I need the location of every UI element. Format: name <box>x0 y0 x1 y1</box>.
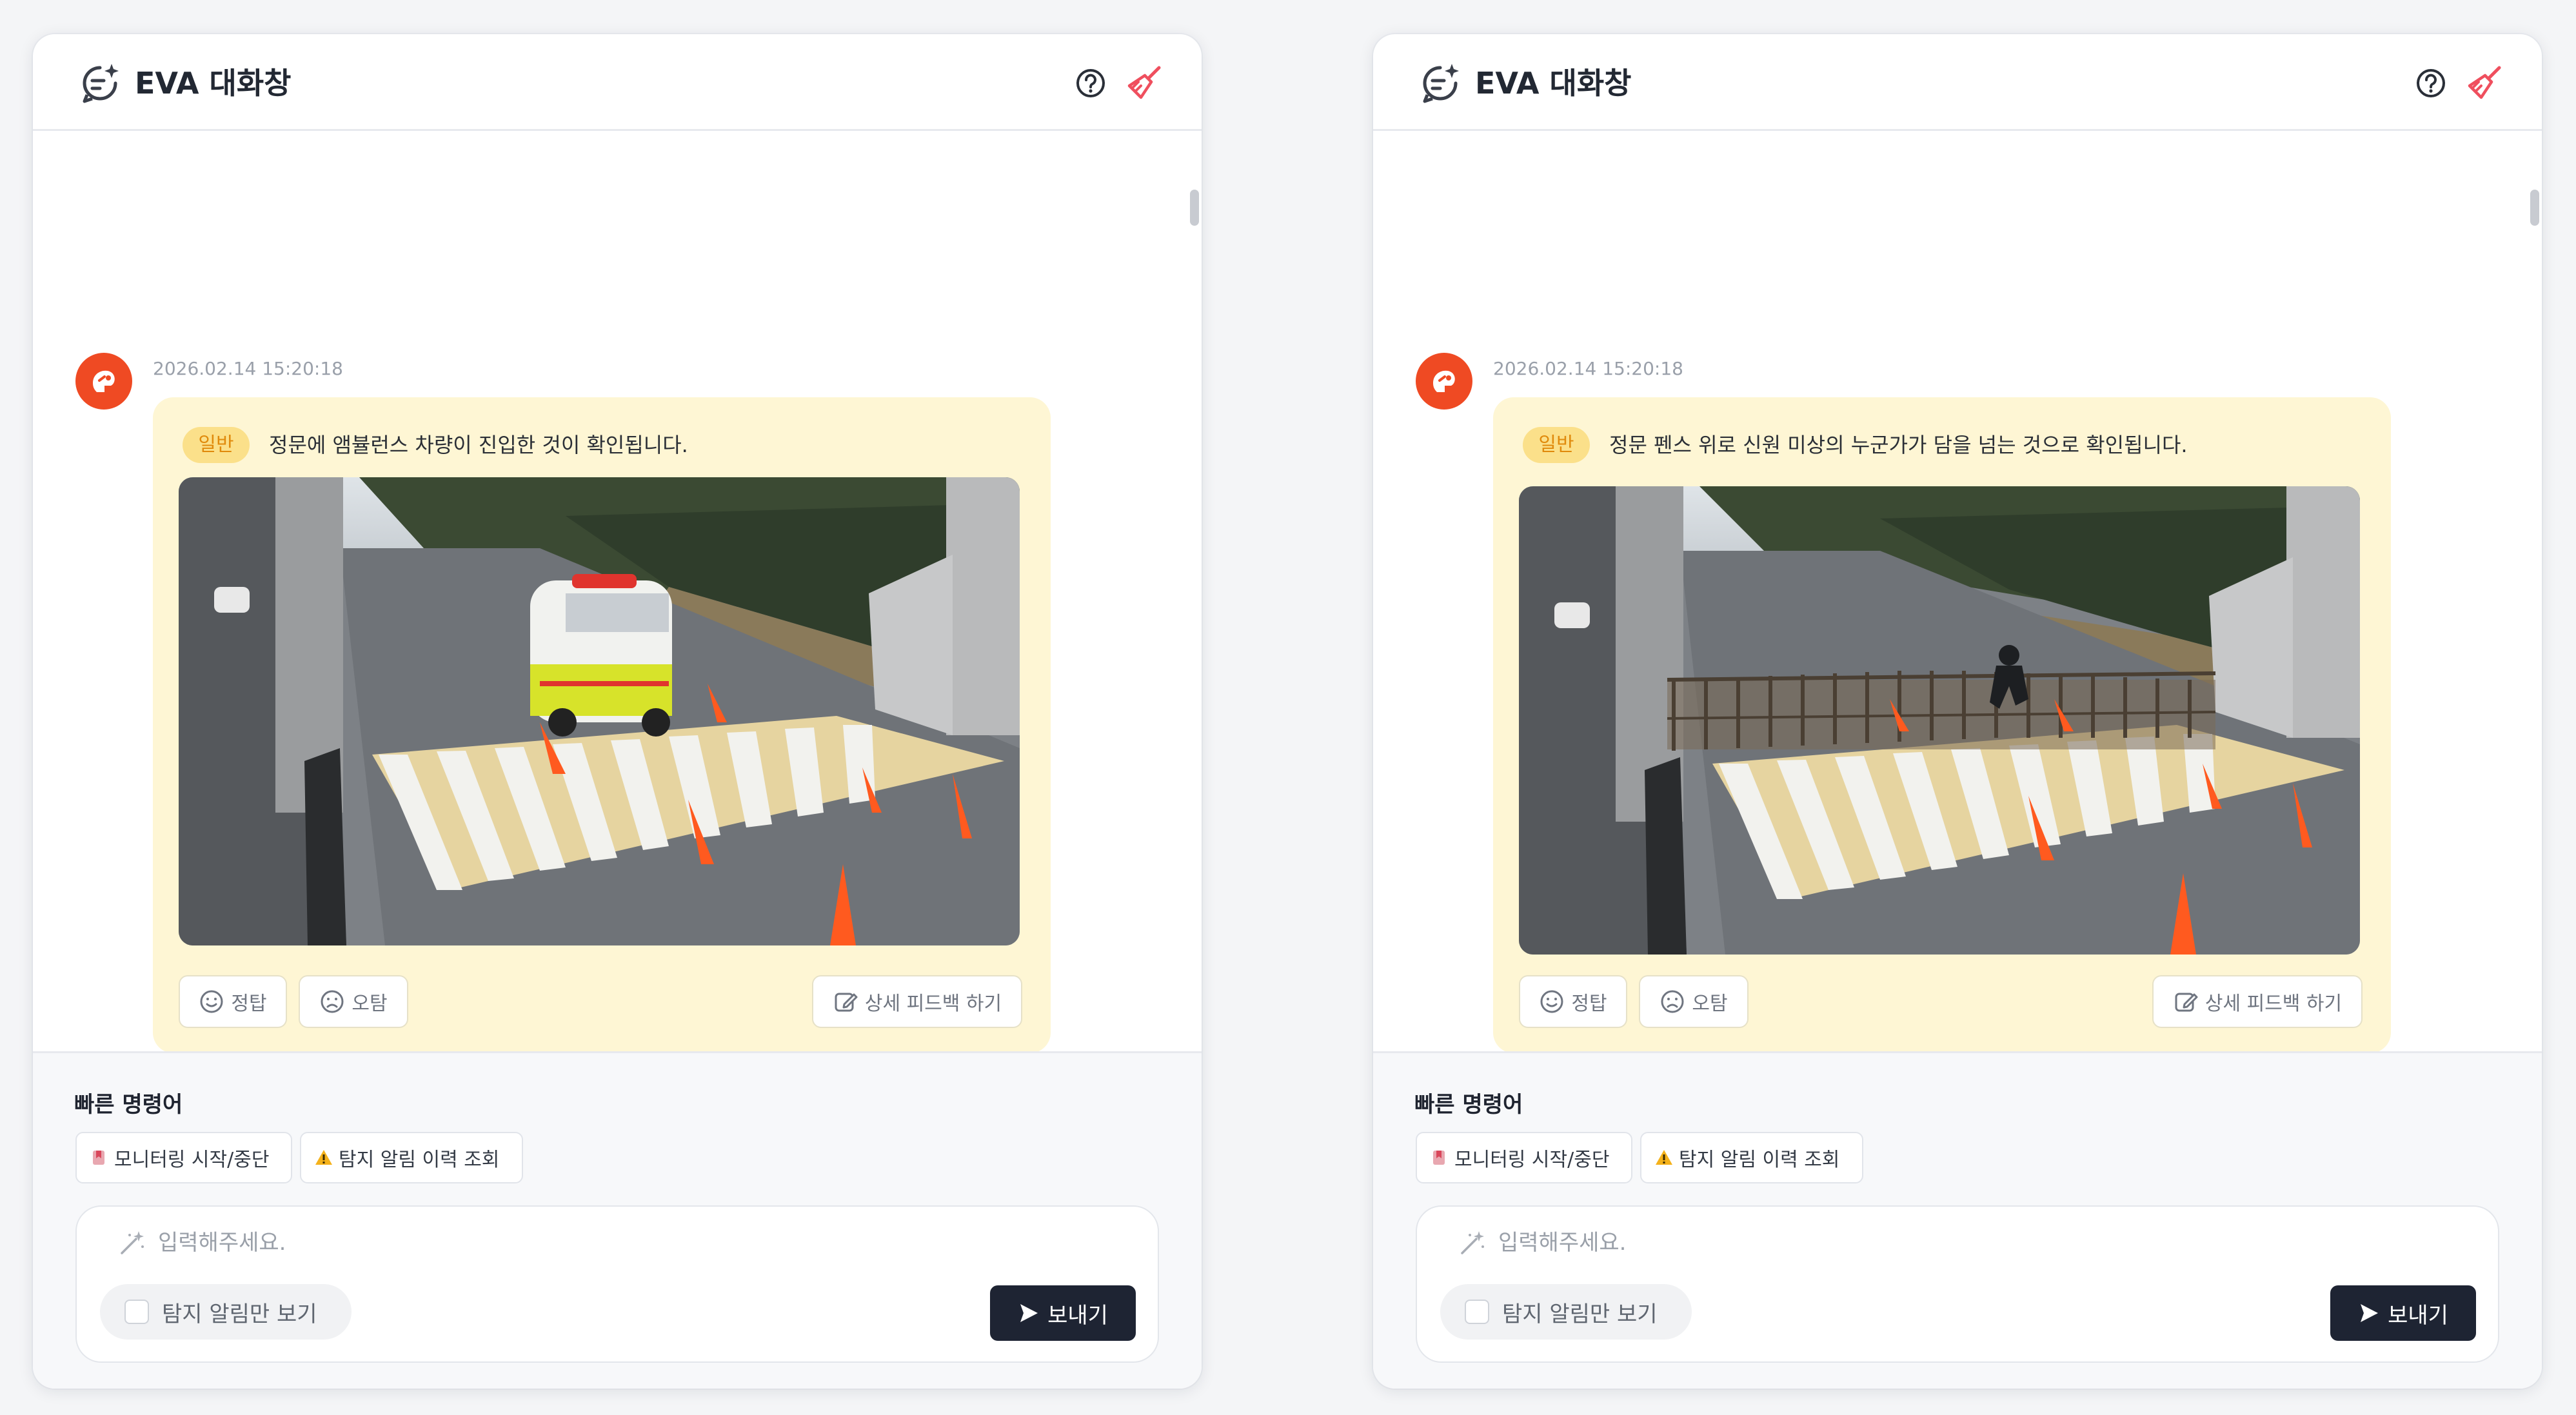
feedback-correct-label: 정탑 <box>231 993 267 1015</box>
chat-sparkle-icon <box>1423 64 1459 103</box>
feedback-wrong-button[interactable]: 오탐 <box>299 975 408 1028</box>
scrollbar[interactable] <box>2524 133 2542 1051</box>
alerts-only-checkbox[interactable] <box>124 1300 149 1324</box>
cctv-image-fence-climber <box>1519 486 2360 955</box>
chat-message-input[interactable] <box>1498 1225 2401 1261</box>
quick-monitoring-toggle-button[interactable]: 모니터링 시작/중단 <box>75 1132 292 1183</box>
edit-feedback-icon <box>835 993 858 1012</box>
message-text: 정문 펜스 위로 신원 미상의 누군가가 담을 넘는 것으로 확인됩니다. <box>1609 433 2188 457</box>
alerts-only-label: 탐지 알림만 보기 <box>162 1301 317 1327</box>
alerts-only-label: 탐지 알림만 보기 <box>1502 1301 1658 1327</box>
quick-alert-history-button[interactable]: 탐지 알림 이력 조회 <box>1640 1132 1863 1183</box>
chat-panel-left: EVA 대화창 2026.02.14 15:20:18 일반 정문에 앰뷸런스 … <box>33 34 1202 1389</box>
panel-title: EVA 대화창 <box>1475 66 1632 101</box>
send-button-label: 보내기 <box>2388 1302 2448 1329</box>
panel-title: EVA 대화창 <box>135 66 292 101</box>
send-button[interactable]: 보내기 <box>990 1285 1136 1341</box>
message-list[interactable]: 2026.02.14 15:20:18 일반 정문에 앰뷸런스 차량이 진입한 … <box>33 133 1202 1053</box>
bot-avatar <box>1416 353 1472 410</box>
chat-header: EVA 대화창 <box>33 34 1202 131</box>
send-button[interactable]: 보내기 <box>2330 1285 2476 1341</box>
eva-logo-icon <box>93 370 115 392</box>
smile-icon <box>1540 990 1563 1013</box>
scrollbar-thumb[interactable] <box>1190 190 1199 226</box>
severity-badge: 일반 <box>1523 427 1590 463</box>
detailed-feedback-button[interactable]: 상세 피드백 하기 <box>2152 975 2363 1028</box>
send-arrow-icon <box>2361 1304 2379 1322</box>
magic-wand-icon <box>121 1231 144 1254</box>
detailed-feedback-label: 상세 피드백 하기 <box>2204 993 2343 1015</box>
cctv-image-ambulance <box>179 477 1020 945</box>
chat-header: EVA 대화창 <box>1373 34 2542 131</box>
feedback-correct-button[interactable]: 정탑 <box>179 975 287 1028</box>
scrollbar-thumb[interactable] <box>2530 190 2539 226</box>
warning-icon <box>315 1150 332 1165</box>
smile-icon <box>200 990 223 1013</box>
chat-input-box: 탐지 알림만 보기 보내기 <box>75 1205 1159 1363</box>
bookmark-flag-icon <box>93 1151 104 1165</box>
frown-icon <box>1661 990 1684 1013</box>
broom-clear-icon[interactable] <box>2466 64 2503 101</box>
broom-clear-icon[interactable] <box>1125 64 1163 101</box>
message-text: 정문에 앰뷸런스 차량이 진입한 것이 확인됩니다. <box>269 433 688 457</box>
alerts-only-toggle[interactable]: 탐지 알림만 보기 <box>1440 1284 1692 1340</box>
scrollbar[interactable] <box>1184 133 1202 1051</box>
detailed-feedback-button[interactable]: 상세 피드백 하기 <box>812 975 1022 1028</box>
quick-commands-title: 빠른 명령어 <box>74 1092 183 1118</box>
message-list[interactable]: 2026.02.14 15:20:18 일반 정문 펜스 위로 신원 미상의 누… <box>1373 133 2542 1053</box>
eva-logo-icon <box>1433 370 1455 392</box>
chat-message-input[interactable] <box>158 1225 1061 1261</box>
feedback-wrong-label: 오탐 <box>352 993 388 1015</box>
edit-feedback-icon <box>2175 993 2198 1012</box>
feedback-wrong-label: 오탐 <box>1692 993 1728 1015</box>
send-button-label: 보내기 <box>1047 1302 1108 1329</box>
feedback-wrong-button[interactable]: 오탐 <box>1639 975 1749 1028</box>
quick-monitoring-label: 모니터링 시작/중단 <box>1454 1149 1610 1171</box>
magic-wand-icon <box>1461 1231 1484 1254</box>
quick-monitoring-toggle-button[interactable]: 모니터링 시작/중단 <box>1416 1132 1632 1183</box>
bookmark-flag-icon <box>1433 1151 1445 1165</box>
composer-area: 빠른 명령어 모니터링 시작/중단 탐지 알림 이력 조회 입력해주세요. 탐지… <box>1373 1051 2542 1389</box>
chat-panel-right: EVA 대화창 2026.02.14 15:20:18 일반 정문 펜스 위로 … <box>1373 34 2542 1389</box>
message-bubble: 일반 정문 펜스 위로 신원 미상의 누군가가 담을 넘는 것으로 확인됩니다. <box>1493 397 2391 1053</box>
message-timestamp: 2026.02.14 15:20:18 <box>1493 358 1683 379</box>
bot-avatar <box>75 353 132 410</box>
quick-alert-history-label: 탐지 알림 이력 조회 <box>1679 1149 1840 1171</box>
composer-area: 빠른 명령어 모니터링 시작/중단 탐지 알림 이력 조회 입력해주세요. 탐지… <box>33 1051 1202 1389</box>
alerts-only-checkbox[interactable] <box>1465 1300 1489 1324</box>
feedback-correct-button[interactable]: 정탑 <box>1519 975 1627 1028</box>
chat-input-box: 탐지 알림만 보기 보내기 <box>1416 1205 2499 1363</box>
detailed-feedback-label: 상세 피드백 하기 <box>864 993 1002 1015</box>
severity-badge: 일반 <box>183 427 250 463</box>
quick-commands-title: 빠른 명령어 <box>1414 1092 1523 1118</box>
message-bubble: 일반 정문에 앰뷸런스 차량이 진입한 것이 확인됩니다. 정탑 오탐 상세 피… <box>153 397 1051 1053</box>
quick-monitoring-label: 모니터링 시작/중단 <box>114 1149 270 1171</box>
quick-alert-history-button[interactable]: 탐지 알림 이력 조회 <box>300 1132 523 1183</box>
quick-alert-history-label: 탐지 알림 이력 조회 <box>339 1149 500 1171</box>
send-arrow-icon <box>1020 1304 1038 1322</box>
help-circle-icon[interactable] <box>2415 68 2446 99</box>
cctv-snapshot[interactable] <box>1519 486 2360 955</box>
chat-sparkle-icon <box>83 64 119 103</box>
feedback-correct-label: 정탑 <box>1571 993 1607 1015</box>
message-timestamp: 2026.02.14 15:20:18 <box>153 358 343 379</box>
warning-icon <box>1656 1150 1672 1165</box>
alerts-only-toggle[interactable]: 탐지 알림만 보기 <box>100 1284 352 1340</box>
frown-icon <box>321 990 344 1013</box>
cctv-snapshot[interactable] <box>179 477 1020 945</box>
help-circle-icon[interactable] <box>1075 68 1106 99</box>
